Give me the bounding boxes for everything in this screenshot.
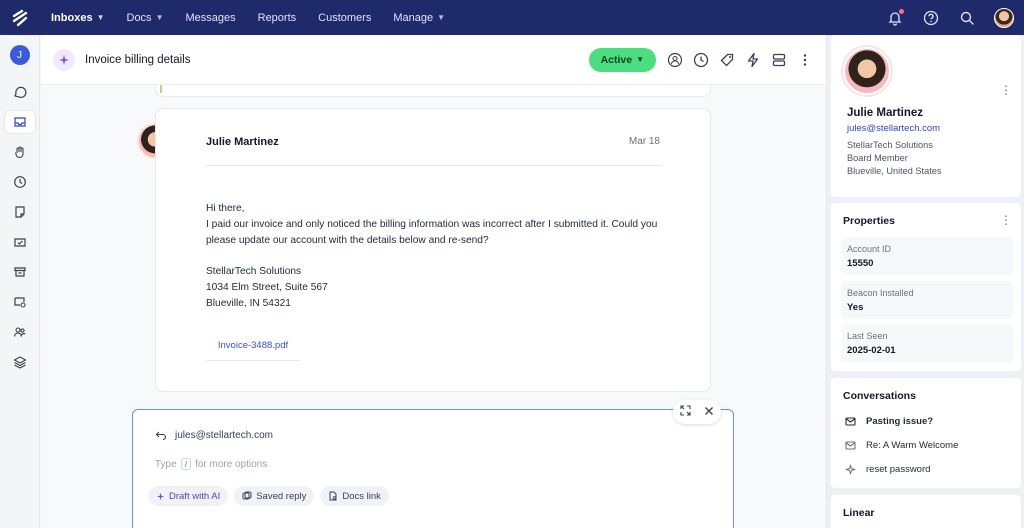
contact-name: Julie Martinez: [847, 107, 924, 119]
layers-icon[interactable]: [5, 351, 35, 373]
nav-messages[interactable]: Messages: [174, 0, 246, 35]
customer-sidebar: ⋮ Julie Martinez jules@stellartech.com S…: [826, 35, 1024, 528]
properties-panel: Properties ⋮ Account ID 15550 Beacon Ins…: [831, 203, 1021, 371]
nav-inboxes[interactable]: Inboxes ▼: [40, 0, 116, 35]
conversations-title: Conversations: [843, 390, 916, 402]
conversation-title: Invoice billing details: [85, 53, 191, 66]
properties-title: Properties: [843, 215, 895, 227]
inbox-check-icon[interactable]: [5, 231, 35, 253]
assign-user-icon[interactable]: [666, 51, 684, 69]
reply-arrow-icon: [155, 431, 167, 441]
message-body: Hi there, I paid our invoice and only no…: [206, 201, 666, 312]
contact-card: ⋮ Julie Martinez jules@stellartech.com S…: [831, 35, 1021, 197]
conversation-link[interactable]: reset password: [845, 464, 930, 475]
hand-icon[interactable]: [5, 141, 35, 163]
property-last-seen: Last Seen 2025-02-01: [841, 324, 1013, 362]
contact-role: Board Member: [847, 153, 908, 163]
chevron-down-icon: ▼: [155, 13, 164, 22]
archive-icon[interactable]: [5, 261, 35, 283]
conversations-panel: Conversations Pasting issue? Re: A Warm …: [831, 378, 1021, 488]
docs-link-button[interactable]: Docs link: [320, 486, 389, 506]
conversation-link[interactable]: Pasting issue?: [845, 416, 933, 427]
slash-key: /: [180, 458, 192, 470]
address-line: 1034 Elm Street, Suite 567: [206, 282, 328, 293]
divider: [206, 165, 662, 166]
logo[interactable]: [0, 0, 40, 35]
linear-title: Linear: [843, 507, 875, 519]
sparkle-icon: [845, 464, 856, 475]
previous-message-edge: [155, 85, 711, 97]
property-beacon-installed: Beacon Installed Yes: [841, 281, 1013, 319]
layout-panels-icon[interactable]: [770, 51, 788, 69]
conversation-main: Invoice billing details Active ▼ Julie M…: [41, 35, 826, 528]
nav-docs[interactable]: Docs ▼: [116, 0, 175, 35]
note-icon[interactable]: [5, 201, 35, 223]
chat-icon[interactable]: [5, 81, 35, 103]
status-label: Active: [600, 53, 633, 66]
contact-company: StellarTech Solutions: [847, 140, 933, 150]
inbox-settings-icon[interactable]: [5, 291, 35, 313]
contact-location: Blueville, United States: [847, 166, 942, 176]
workflow-bolt-icon[interactable]: [744, 51, 762, 69]
message-greeting: Hi there,: [206, 203, 245, 214]
help-icon[interactable]: [922, 9, 940, 27]
app-logo-icon: [12, 9, 28, 26]
placeholder-text: Type: [155, 458, 177, 470]
top-navigation: Inboxes ▼ Docs ▼ Messages Reports Customer…: [0, 0, 1024, 35]
customer-message: Julie Martinez Mar 18 Hi there, I paid o…: [155, 108, 711, 392]
composer-tools: [673, 400, 721, 424]
attachment-link[interactable]: Invoice-3488.pdf: [206, 331, 300, 361]
linear-panel: Linear: [831, 495, 1021, 528]
more-vertical-icon[interactable]: ⋮: [1000, 213, 1012, 227]
user-avatar[interactable]: [994, 7, 1014, 28]
close-icon[interactable]: [704, 406, 714, 419]
thread: Julie Martinez Mar 18 Hi there, I paid o…: [41, 85, 826, 528]
mailbox-avatar[interactable]: J: [9, 45, 30, 65]
envelope-icon: [845, 417, 856, 426]
message-text: I paid our invoice and only noticed the …: [206, 219, 658, 246]
saved-reply-button[interactable]: Saved reply: [234, 486, 315, 506]
draft-with-ai-button[interactable]: Draft with AI: [148, 486, 229, 506]
more-vertical-icon[interactable]: ⋮: [1000, 83, 1012, 97]
note-marker: [160, 85, 162, 93]
notification-dot: [899, 8, 904, 14]
message-sender: Julie Martinez: [206, 136, 279, 148]
chevron-down-icon: ▼: [636, 55, 644, 64]
chevron-down-icon: ▼: [437, 13, 446, 22]
inbox-icon[interactable]: [4, 111, 35, 133]
snooze-clock-icon[interactable]: [692, 51, 710, 69]
search-icon[interactable]: [958, 9, 976, 27]
placeholder-text: for more options: [195, 458, 268, 470]
users-icon[interactable]: [5, 321, 35, 343]
message-date: Mar 18: [628, 136, 660, 147]
ai-sparkle-icon[interactable]: [53, 48, 75, 71]
reply-to-email: jules@stellartech.com: [175, 429, 273, 441]
address-line: StellarTech Solutions: [206, 266, 302, 277]
chevron-down-icon: ▼: [96, 13, 105, 22]
clock-icon[interactable]: [5, 171, 35, 193]
envelope-icon: [845, 441, 856, 450]
tag-icon[interactable]: [718, 51, 736, 69]
sparkle-icon: [156, 492, 165, 500]
saved-reply-icon: [242, 491, 252, 500]
contact-email[interactable]: jules@stellartech.com: [847, 123, 940, 134]
nav-customers[interactable]: Customers: [307, 0, 382, 35]
conversation-link[interactable]: Re: A Warm Welcome: [845, 440, 958, 451]
reply-composer[interactable]: jules@stellartech.com Type / for more op…: [132, 400, 734, 528]
property-account-id: Account ID 15550: [841, 237, 1013, 275]
nav-manage[interactable]: Manage ▼: [382, 0, 456, 35]
composer-input[interactable]: Type / for more options: [155, 458, 267, 470]
notifications-bell-icon[interactable]: [886, 8, 904, 27]
reply-to-field[interactable]: jules@stellartech.com: [155, 429, 273, 441]
left-rail: J: [0, 35, 40, 528]
nav-reports[interactable]: Reports: [247, 0, 308, 35]
status-dropdown[interactable]: Active ▼: [588, 47, 656, 72]
conversation-header: Invoice billing details Active ▼: [41, 35, 826, 85]
docs-link-icon: [329, 491, 337, 501]
more-vertical-icon[interactable]: [796, 51, 814, 69]
contact-avatar: [843, 47, 891, 95]
address-line: Blueville, IN 54321: [206, 298, 291, 309]
expand-icon[interactable]: [680, 405, 691, 419]
